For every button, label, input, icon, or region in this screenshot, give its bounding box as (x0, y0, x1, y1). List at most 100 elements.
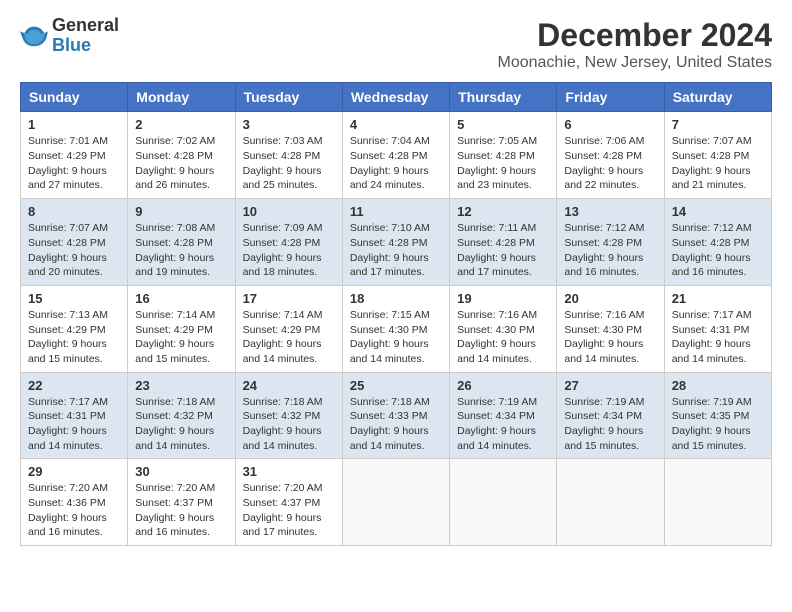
calendar-cell (450, 459, 557, 546)
day-info: Sunrise: 7:19 AMSunset: 4:34 PMDaylight:… (564, 395, 656, 454)
calendar-week-row: 29 Sunrise: 7:20 AMSunset: 4:36 PMDayligh… (21, 459, 772, 546)
day-info: Sunrise: 7:04 AMSunset: 4:28 PMDaylight:… (350, 134, 442, 193)
calendar-cell: 22Sunrise: 7:17 AMSunset: 4:31 PMDayligh… (21, 372, 128, 459)
calendar-cell: 12 Sunrise: 7:11 AMSunset: 4:28 PMDayligh… (450, 199, 557, 286)
calendar-cell: 23 Sunrise: 7:18 AMSunset: 4:32 PMDayligh… (128, 372, 235, 459)
day-number: 25 (350, 378, 442, 393)
page-title: December 2024 (498, 16, 773, 54)
day-number: 12 (457, 204, 549, 219)
day-info: Sunrise: 7:20 AMSunset: 4:36 PMDaylight:… (28, 481, 120, 540)
day-number: 24 (243, 378, 335, 393)
day-number: 5 (457, 117, 549, 132)
calendar-week-row: 15 Sunrise: 7:13 AMSunset: 4:29 PMDayligh… (21, 285, 772, 372)
weekday-header-friday: Friday (557, 83, 664, 112)
weekday-header-thursday: Thursday (450, 83, 557, 112)
day-info: Sunrise: 7:18 AMSunset: 4:32 PMDaylight:… (243, 395, 335, 454)
calendar-week-row: 22Sunrise: 7:17 AMSunset: 4:31 PMDayligh… (21, 372, 772, 459)
calendar-table: SundayMondayTuesdayWednesdayThursdayFrid… (20, 82, 772, 546)
day-number: 21 (672, 291, 764, 306)
calendar-cell: 20 Sunrise: 7:16 AMSunset: 4:30 PMDayligh… (557, 285, 664, 372)
logo-text: General Blue (52, 16, 119, 56)
day-number: 6 (564, 117, 656, 132)
day-info: Sunrise: 7:12 AMSunset: 4:28 PMDaylight:… (564, 221, 656, 280)
calendar-cell: 10 Sunrise: 7:09 AMSunset: 4:28 PMDayligh… (235, 199, 342, 286)
day-info: Sunrise: 7:03 AMSunset: 4:28 PMDaylight:… (243, 134, 335, 193)
calendar-cell: 28 Sunrise: 7:19 AMSunset: 4:35 PMDayligh… (664, 372, 771, 459)
calendar-cell: 6 Sunrise: 7:06 AMSunset: 4:28 PMDaylight… (557, 112, 664, 199)
day-info: Sunrise: 7:01 AMSunset: 4:29 PMDaylight:… (28, 134, 120, 193)
title-area: December 2024 Moonachie, New Jersey, Uni… (498, 16, 773, 72)
day-number: 13 (564, 204, 656, 219)
calendar-cell: 21 Sunrise: 7:17 AMSunset: 4:31 PMDayligh… (664, 285, 771, 372)
day-info: Sunrise: 7:09 AMSunset: 4:28 PMDaylight:… (243, 221, 335, 280)
calendar-week-row: 8 Sunrise: 7:07 AMSunset: 4:28 PMDaylight… (21, 199, 772, 286)
calendar-cell: 2 Sunrise: 7:02 AMSunset: 4:28 PMDaylight… (128, 112, 235, 199)
day-info: Sunrise: 7:02 AMSunset: 4:28 PMDaylight:… (135, 134, 227, 193)
day-info: Sunrise: 7:11 AMSunset: 4:28 PMDaylight:… (457, 221, 549, 280)
day-info: Sunrise: 7:19 AMSunset: 4:35 PMDaylight:… (672, 395, 764, 454)
day-info: Sunrise: 7:16 AMSunset: 4:30 PMDaylight:… (564, 308, 656, 367)
calendar-cell: 15 Sunrise: 7:13 AMSunset: 4:29 PMDayligh… (21, 285, 128, 372)
day-info: Sunrise: 7:10 AMSunset: 4:28 PMDaylight:… (350, 221, 442, 280)
day-number: 19 (457, 291, 549, 306)
weekday-header-monday: Monday (128, 83, 235, 112)
weekday-header-saturday: Saturday (664, 83, 771, 112)
day-number: 1 (28, 117, 120, 132)
day-number: 9 (135, 204, 227, 219)
day-number: 23 (135, 378, 227, 393)
logo-icon (20, 22, 48, 50)
day-info: Sunrise: 7:15 AMSunset: 4:30 PMDaylight:… (350, 308, 442, 367)
day-number: 15 (28, 291, 120, 306)
calendar-cell: 5 Sunrise: 7:05 AMSunset: 4:28 PMDaylight… (450, 112, 557, 199)
day-number: 8 (28, 204, 120, 219)
calendar-cell: 4 Sunrise: 7:04 AMSunset: 4:28 PMDaylight… (342, 112, 449, 199)
day-info: Sunrise: 7:16 AMSunset: 4:30 PMDaylight:… (457, 308, 549, 367)
day-info: Sunrise: 7:07 AMSunset: 4:28 PMDaylight:… (28, 221, 120, 280)
calendar-cell: 1 Sunrise: 7:01 AMSunset: 4:29 PMDaylight… (21, 112, 128, 199)
day-info: Sunrise: 7:06 AMSunset: 4:28 PMDaylight:… (564, 134, 656, 193)
calendar-cell: 17Sunrise: 7:14 AMSunset: 4:29 PMDayligh… (235, 285, 342, 372)
day-number: 10 (243, 204, 335, 219)
calendar-cell: 7 Sunrise: 7:07 AMSunset: 4:28 PMDaylight… (664, 112, 771, 199)
weekday-header-tuesday: Tuesday (235, 83, 342, 112)
day-info: Sunrise: 7:18 AMSunset: 4:32 PMDaylight:… (135, 395, 227, 454)
calendar-cell: 3Sunrise: 7:03 AMSunset: 4:28 PMDaylight… (235, 112, 342, 199)
day-number: 2 (135, 117, 227, 132)
day-number: 17 (243, 291, 335, 306)
calendar-cell: 27Sunrise: 7:19 AMSunset: 4:34 PMDayligh… (557, 372, 664, 459)
day-number: 26 (457, 378, 549, 393)
calendar-cell: 18 Sunrise: 7:15 AMSunset: 4:30 PMDayligh… (342, 285, 449, 372)
day-info: Sunrise: 7:18 AMSunset: 4:33 PMDaylight:… (350, 395, 442, 454)
day-info: Sunrise: 7:20 AMSunset: 4:37 PMDaylight:… (243, 481, 335, 540)
calendar-cell (664, 459, 771, 546)
day-info: Sunrise: 7:07 AMSunset: 4:28 PMDaylight:… (672, 134, 764, 193)
calendar-cell (342, 459, 449, 546)
day-number: 29 (28, 464, 120, 479)
day-info: Sunrise: 7:05 AMSunset: 4:28 PMDaylight:… (457, 134, 549, 193)
calendar-cell: 25 Sunrise: 7:18 AMSunset: 4:33 PMDayligh… (342, 372, 449, 459)
calendar-cell: 16 Sunrise: 7:14 AMSunset: 4:29 PMDayligh… (128, 285, 235, 372)
day-number: 28 (672, 378, 764, 393)
day-number: 20 (564, 291, 656, 306)
day-number: 22 (28, 378, 120, 393)
calendar-cell: 31Sunrise: 7:20 AMSunset: 4:37 PMDayligh… (235, 459, 342, 546)
header: General Blue December 2024 Moonachie, Ne… (20, 16, 772, 72)
calendar-cell (557, 459, 664, 546)
calendar-cell: 29 Sunrise: 7:20 AMSunset: 4:36 PMDayligh… (21, 459, 128, 546)
day-number: 16 (135, 291, 227, 306)
day-info: Sunrise: 7:20 AMSunset: 4:37 PMDaylight:… (135, 481, 227, 540)
day-number: 14 (672, 204, 764, 219)
day-info: Sunrise: 7:17 AMSunset: 4:31 PMDaylight:… (672, 308, 764, 367)
day-number: 11 (350, 204, 442, 219)
calendar-cell: 24 Sunrise: 7:18 AMSunset: 4:32 PMDayligh… (235, 372, 342, 459)
day-number: 30 (135, 464, 227, 479)
day-info: Sunrise: 7:14 AMSunset: 4:29 PMDaylight:… (135, 308, 227, 367)
calendar-week-row: 1 Sunrise: 7:01 AMSunset: 4:29 PMDaylight… (21, 112, 772, 199)
page-subtitle: Moonachie, New Jersey, United States (498, 54, 773, 72)
calendar-cell: 19 Sunrise: 7:16 AMSunset: 4:30 PMDayligh… (450, 285, 557, 372)
day-number: 18 (350, 291, 442, 306)
logo: General Blue (20, 16, 119, 56)
day-number: 4 (350, 117, 442, 132)
day-info: Sunrise: 7:13 AMSunset: 4:29 PMDaylight:… (28, 308, 120, 367)
day-number: 7 (672, 117, 764, 132)
